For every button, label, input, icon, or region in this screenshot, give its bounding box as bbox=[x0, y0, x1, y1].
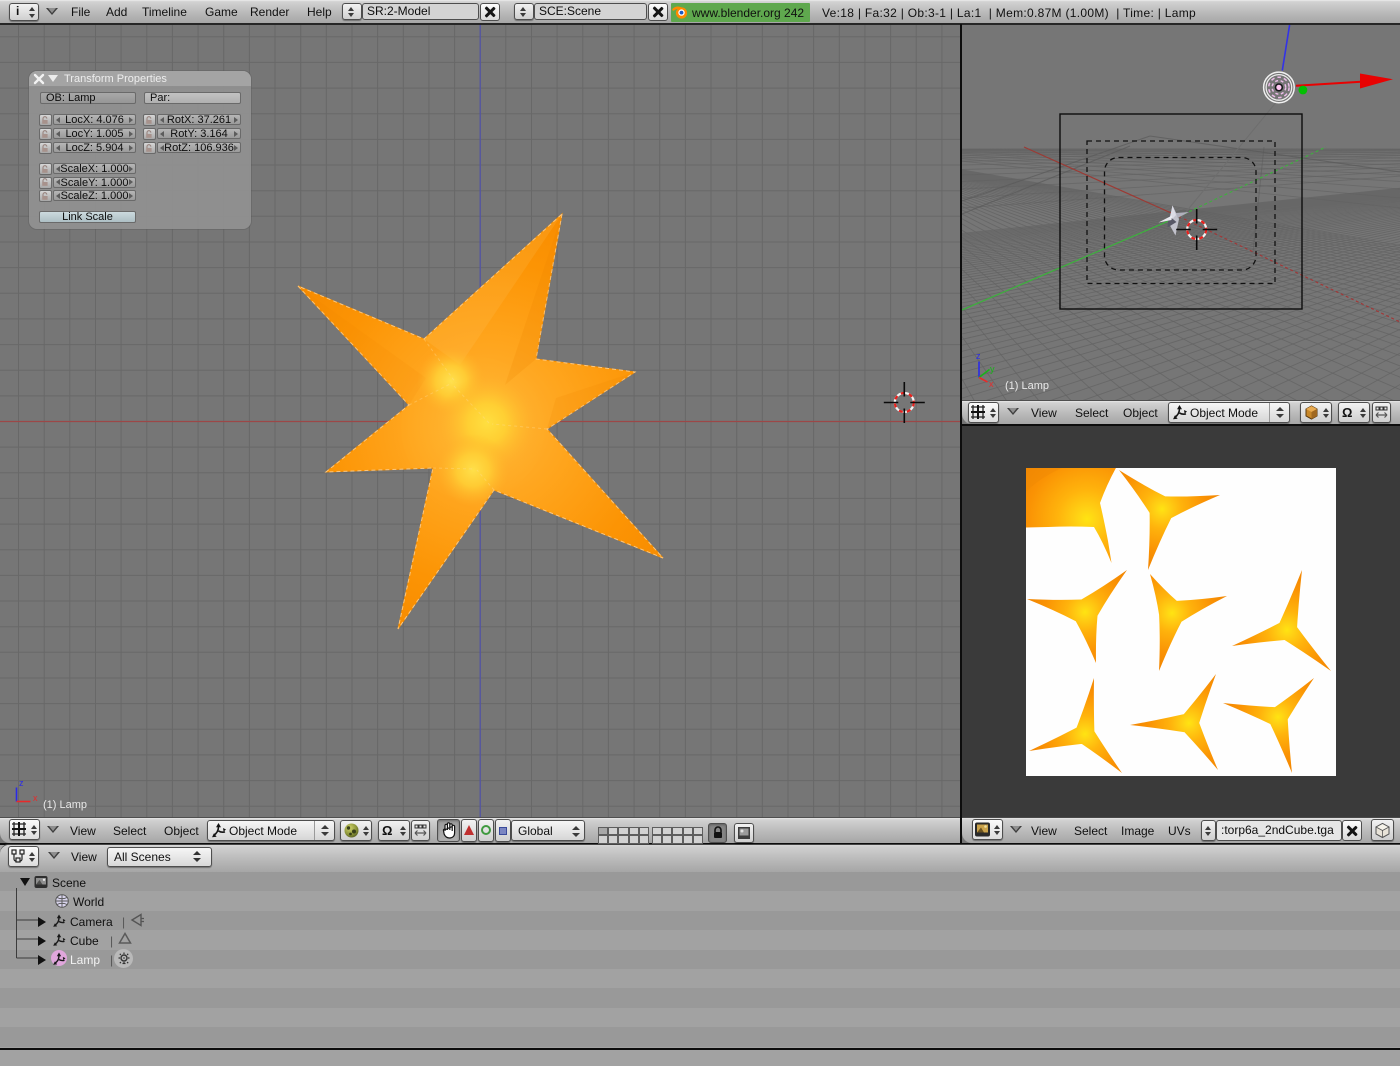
svg-text:z: z bbox=[976, 351, 981, 361]
svg-text:(1) Lamp: (1) Lamp bbox=[1005, 380, 1049, 392]
svg-text:x: x bbox=[989, 379, 994, 389]
svg-text:(1) Lamp: (1) Lamp bbox=[43, 799, 87, 811]
svg-text:y: y bbox=[990, 364, 995, 374]
svg-text:x: x bbox=[33, 793, 38, 803]
svg-text:z: z bbox=[19, 778, 24, 788]
